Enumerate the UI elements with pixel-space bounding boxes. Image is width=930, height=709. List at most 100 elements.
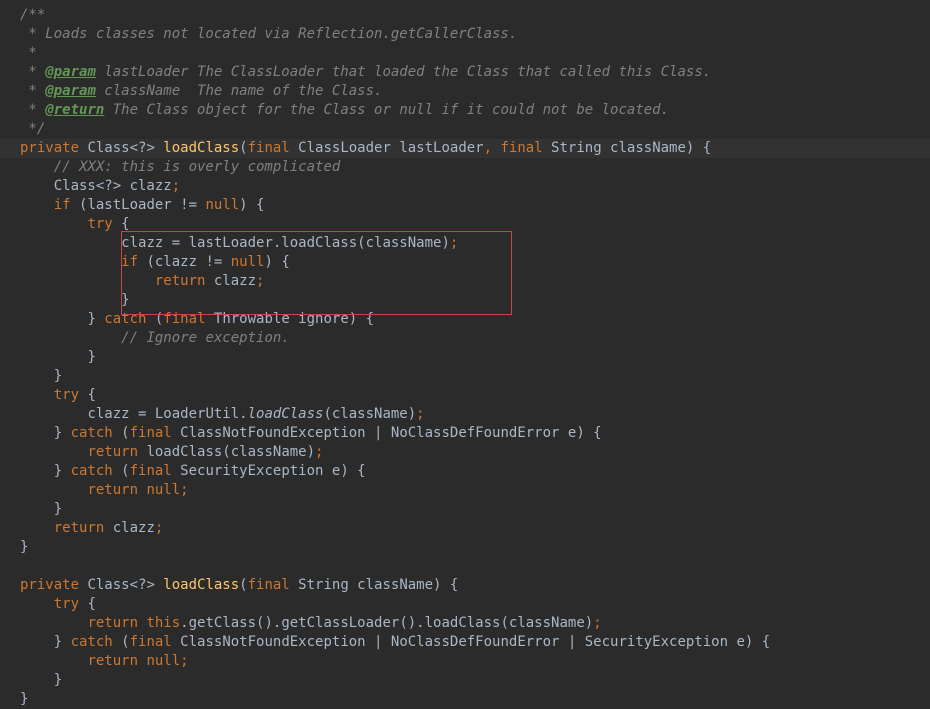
code-token: @param: [45, 64, 96, 80]
code-token: // XXX: this is overly complicated: [54, 159, 341, 175]
code-token: ;: [450, 235, 458, 251]
code-line[interactable]: return null;: [0, 481, 930, 500]
code-token: ) {: [264, 254, 289, 270]
code-token: final: [248, 577, 299, 593]
code-token: private: [20, 577, 87, 593]
code-token: ClassNotFoundException | NoClassDefFound…: [180, 425, 576, 441]
code-token: // Ignore exception.: [121, 330, 290, 346]
code-token: (: [121, 463, 129, 479]
code-token: private: [20, 140, 87, 156]
code-line[interactable]: }: [0, 348, 930, 367]
code-token: clazz: [214, 273, 256, 289]
code-token: String className: [298, 577, 433, 593]
code-line[interactable]: *: [0, 44, 930, 63]
code-token: try: [54, 387, 88, 403]
code-token: }: [54, 634, 71, 650]
code-token: ) {: [433, 577, 458, 593]
code-line[interactable]: }: [0, 500, 930, 519]
code-line[interactable]: * @param className The name of the Class…: [0, 82, 930, 101]
code-line[interactable]: return this.getClass().getClassLoader().…: [0, 614, 930, 633]
code-line[interactable]: return loadClass(className);: [0, 443, 930, 462]
code-line[interactable]: private Class<?> loadClass(final String …: [0, 576, 930, 595]
code-line[interactable]: /**: [0, 6, 930, 25]
code-line[interactable]: try {: [0, 215, 930, 234]
code-token: }: [54, 368, 62, 384]
code-line[interactable]: clazz = LoaderUtil.loadClass(className);: [0, 405, 930, 424]
code-token: Throwable ignore: [214, 311, 349, 327]
code-token: clazz = LoaderUtil.: [87, 406, 247, 422]
code-line[interactable]: [0, 557, 930, 576]
code-token: ) {: [576, 425, 601, 441]
code-line[interactable]: }: [0, 291, 930, 310]
code-token: *: [20, 45, 37, 61]
code-editor[interactable]: /** * Loads classes not located via Refl…: [0, 0, 930, 709]
code-line[interactable]: if (clazz != null) {: [0, 253, 930, 272]
code-token: ;: [155, 520, 163, 536]
code-token: }: [54, 501, 62, 517]
code-token: null: [146, 482, 180, 498]
code-line[interactable]: }: [0, 671, 930, 690]
code-token: loadClass(className): [146, 444, 315, 460]
code-token: null: [231, 254, 265, 270]
code-line[interactable]: } catch (final ClassNotFoundException | …: [0, 424, 930, 443]
code-token: }: [54, 463, 71, 479]
code-token: final: [130, 463, 181, 479]
code-token: null: [205, 197, 239, 213]
code-line[interactable]: }: [0, 690, 930, 709]
code-token: }: [87, 349, 95, 365]
code-line[interactable]: try {: [0, 595, 930, 614]
code-token: try: [54, 596, 88, 612]
code-token: *: [20, 83, 45, 99]
code-line[interactable]: // Ignore exception.: [0, 329, 930, 348]
code-line[interactable]: return clazz;: [0, 272, 930, 291]
code-token: */: [20, 121, 45, 137]
code-line[interactable]: } catch (final Throwable ignore) {: [0, 310, 930, 329]
code-token: ClassNotFoundException | NoClassDefFound…: [180, 634, 745, 650]
code-line[interactable]: } catch (final ClassNotFoundException | …: [0, 633, 930, 652]
code-token: /**: [20, 7, 45, 23]
code-token: ,: [484, 140, 501, 156]
code-token: @param: [45, 83, 96, 99]
code-token: return: [87, 615, 146, 631]
code-line[interactable]: } catch (final SecurityException e) {: [0, 462, 930, 481]
code-token: return: [87, 444, 146, 460]
code-token: clazz: [113, 520, 155, 536]
code-token: final: [163, 311, 214, 327]
code-line[interactable]: if (lastLoader != null) {: [0, 196, 930, 215]
code-line[interactable]: return clazz;: [0, 519, 930, 538]
code-line[interactable]: // XXX: this is overly complicated: [0, 158, 930, 177]
code-line[interactable]: return null;: [0, 652, 930, 671]
code-token: clazz = lastLoader.loadClass(className): [121, 235, 450, 251]
code-token: (clazz !=: [146, 254, 230, 270]
code-token: ;: [172, 178, 180, 194]
code-token: if: [121, 254, 146, 270]
code-token: ;: [256, 273, 264, 289]
code-token: (: [121, 634, 129, 650]
code-token: loadClass: [248, 406, 324, 422]
code-line[interactable]: try {: [0, 386, 930, 405]
code-token: * Loads classes not located via Reflecti…: [20, 26, 517, 42]
code-line[interactable]: clazz = lastLoader.loadClass(className);: [0, 234, 930, 253]
code-token: Class<?> clazz: [54, 178, 172, 194]
code-token: *: [20, 102, 45, 118]
code-token: }: [20, 539, 28, 555]
code-line[interactable]: */: [0, 120, 930, 139]
code-line[interactable]: * @return The Class object for the Class…: [0, 101, 930, 120]
code-line[interactable]: }: [0, 538, 930, 557]
code-token: catch: [71, 463, 122, 479]
code-token: ) {: [686, 140, 711, 156]
code-token: final: [130, 634, 181, 650]
code-line[interactable]: * @param lastLoader The ClassLoader that…: [0, 63, 930, 82]
code-token: @return: [45, 102, 104, 118]
code-line[interactable]: * Loads classes not located via Reflecti…: [0, 25, 930, 44]
code-token: ClassLoader lastLoader: [298, 140, 483, 156]
code-token: ) {: [340, 463, 365, 479]
code-token: final: [248, 140, 299, 156]
code-token: return: [155, 273, 214, 289]
code-line[interactable]: private Class<?> loadClass(final ClassLo…: [0, 139, 930, 158]
code-token: ) {: [239, 197, 264, 213]
code-line[interactable]: Class<?> clazz;: [0, 177, 930, 196]
code-token: {: [87, 596, 95, 612]
code-token: ;: [593, 615, 601, 631]
code-line[interactable]: }: [0, 367, 930, 386]
